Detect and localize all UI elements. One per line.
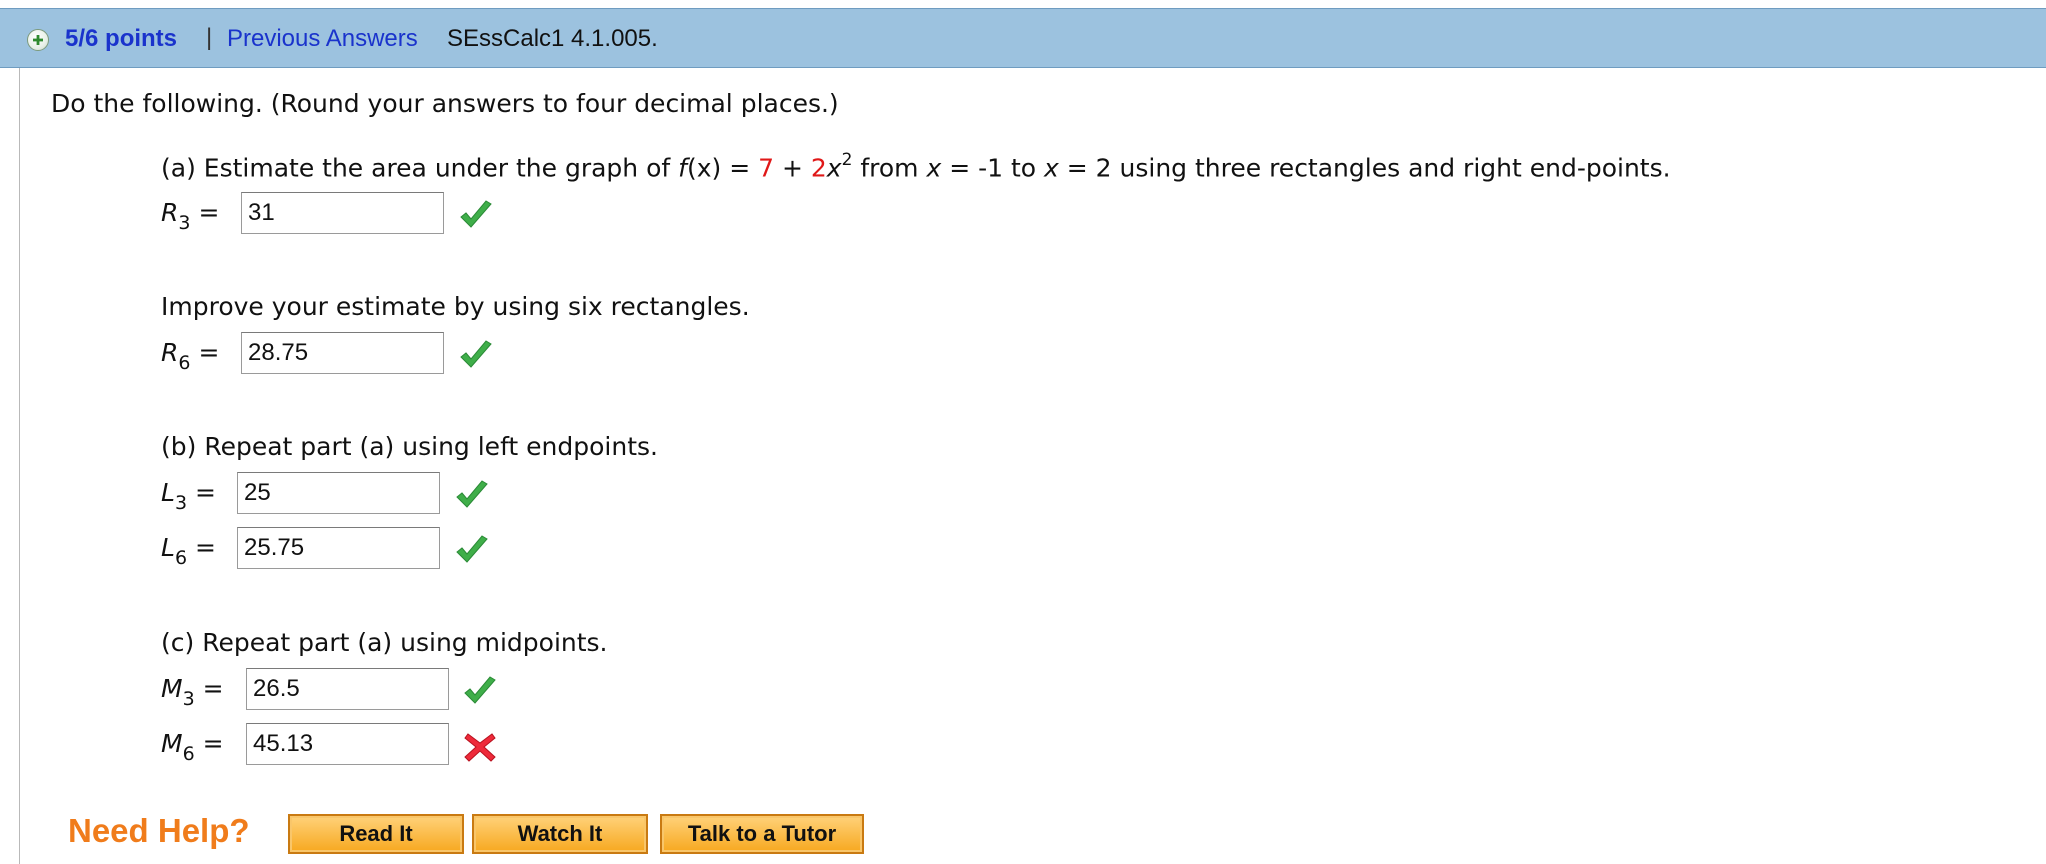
coefficient-term: 2 [810, 153, 827, 183]
r3-letter: R [161, 198, 179, 227]
r3-equals: = [198, 198, 220, 227]
part-b-text: (b) Repeat part (a) using left endpoints… [161, 432, 658, 461]
r6-label: R6 = [161, 338, 220, 374]
r3-label: R3 = [161, 198, 220, 234]
m6-label: M6 = [161, 729, 224, 765]
x2-var: x [1044, 153, 1059, 183]
question-header: 5/6 points | Previous Answers SEssCalc1 … [0, 8, 2046, 68]
problem-code: SEssCalc1 4.1.005. [447, 25, 658, 52]
equals-text: = [721, 153, 759, 183]
l3-equals: = [195, 478, 216, 507]
l3-letter: L [161, 478, 175, 507]
r6-answer-field[interactable]: 28.75 [241, 332, 444, 374]
m6-letter: M [161, 729, 183, 758]
r3-answer-field[interactable]: 31 [241, 192, 444, 234]
checkmark-icon [456, 535, 488, 563]
l3-answer-field[interactable]: 25 [237, 472, 440, 514]
function-arg: (x) [686, 153, 722, 183]
m3-equals: = [202, 674, 224, 703]
r6-equals: = [198, 338, 220, 367]
previous-answers-link[interactable]: Previous Answers [227, 25, 418, 53]
from-text: from [852, 153, 927, 183]
checkmark-icon [460, 200, 492, 228]
checkmark-icon [460, 340, 492, 368]
l6-letter: L [161, 533, 175, 562]
m6-answer-field[interactable]: 45.13 [246, 723, 449, 765]
m3-letter: M [161, 674, 183, 703]
variable-x: x [826, 153, 842, 183]
need-help-title: Need Help? [68, 812, 250, 849]
l6-answer-field[interactable]: 25.75 [237, 527, 440, 569]
expand-plus-icon[interactable] [27, 29, 49, 51]
x1-var: x [926, 153, 942, 183]
improve-text: Improve your estimate by using six recta… [161, 292, 750, 321]
part-c-text: (c) Repeat part (a) using midpoints. [161, 628, 608, 657]
part-a-text: (a) Estimate the area under the graph of [161, 153, 679, 183]
header-separator: | [206, 24, 213, 51]
r6-letter: R [161, 338, 179, 367]
watch-it-button[interactable]: Watch It [472, 814, 648, 854]
plus-text: + [774, 153, 811, 183]
exponent: 2 [841, 150, 853, 170]
m6-sub: 6 [182, 743, 195, 765]
m6-equals: = [202, 729, 224, 758]
points-score: 5/6 points [65, 25, 178, 52]
part-a-question: (a) Estimate the area under the graph of… [161, 150, 1671, 183]
constant-term: 7 [758, 153, 775, 183]
l6-sub: 6 [174, 547, 188, 569]
l6-label: L6 = [161, 533, 216, 569]
m3-answer-field[interactable]: 26.5 [246, 668, 449, 710]
content-border [19, 68, 20, 864]
checkmark-icon [456, 480, 488, 508]
x1-rest: = -1 to [941, 153, 1045, 183]
l3-sub: 3 [174, 492, 188, 514]
instruction-text: Do the following. (Round your answers to… [51, 89, 839, 118]
function-name: f [678, 153, 687, 183]
r3-sub: 3 [178, 212, 191, 234]
l6-equals: = [195, 533, 216, 562]
m3-sub: 3 [182, 688, 195, 710]
x2-rest: = 2 using three rectangles and right end… [1058, 153, 1671, 183]
plus-icon [33, 35, 43, 45]
talk-to-tutor-button[interactable]: Talk to a Tutor [660, 814, 864, 854]
m3-label: M3 = [161, 674, 224, 710]
read-it-button[interactable]: Read It [288, 814, 464, 854]
r6-sub: 6 [178, 352, 191, 374]
checkmark-icon [464, 676, 496, 704]
l3-label: L3 = [161, 478, 216, 514]
cross-icon [464, 733, 496, 762]
